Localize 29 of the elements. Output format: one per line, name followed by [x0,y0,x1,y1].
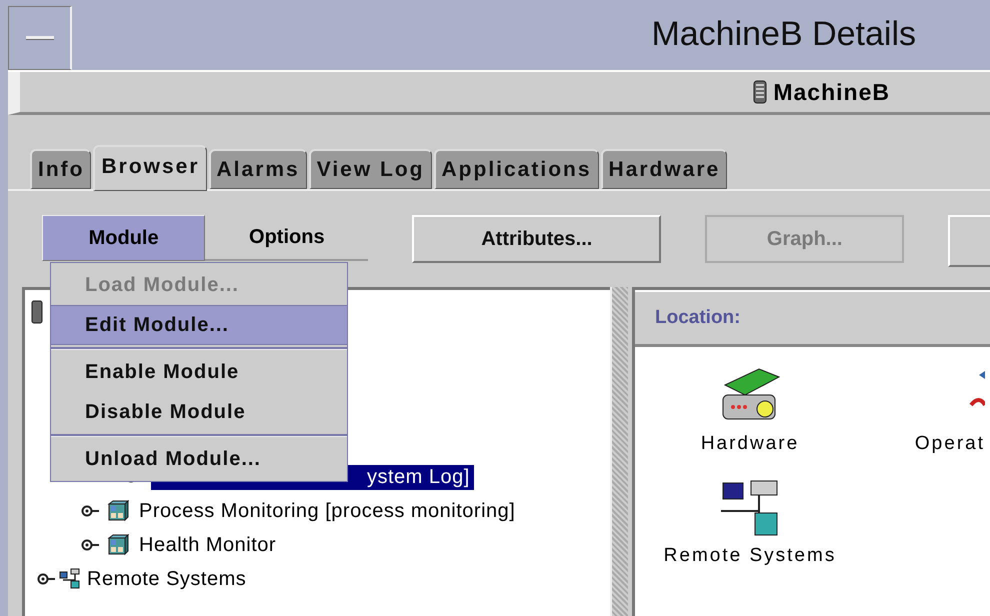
server-icon [753,80,768,104]
host-name: MachineB [773,78,890,106]
tab[interactable]: Hardware [600,149,728,189]
tab[interactable]: Browser [93,145,207,191]
tab[interactable]: Applications [434,149,599,189]
cube-icon [107,534,129,556]
tree-item[interactable]: Remote Systems [83,566,250,592]
expand-handle-icon[interactable] [81,505,101,517]
object-label[interactable]: Remote Systems [664,545,836,567]
tab[interactable]: View Log [308,149,432,189]
tab[interactable]: Info [30,149,92,189]
network-icon [59,568,81,590]
tree-item[interactable]: Process Monitoring [process monitoring] [135,498,520,524]
expand-handle-icon[interactable] [81,539,101,551]
object-label[interactable]: Operat [914,433,985,455]
menu-item[interactable]: Edit Module... [51,305,347,345]
toolbar-button[interactable]: Attributes... [412,215,662,263]
toolbar-button[interactable] [948,215,990,267]
location-label: Location: [655,307,740,329]
window-menu-button[interactable] [8,6,72,70]
tab[interactable]: Alarms [208,149,307,189]
splitter-handle[interactable] [610,287,628,616]
cube-icon [107,500,129,522]
expand-handle-icon[interactable] [37,573,57,585]
window-title: MachineB Details [650,14,917,55]
menu-bar-item[interactable]: Module [42,215,206,261]
object-label[interactable]: Hardware [700,433,800,455]
tree-item[interactable]: Health Monitor [135,532,280,558]
server-icon [31,300,43,324]
